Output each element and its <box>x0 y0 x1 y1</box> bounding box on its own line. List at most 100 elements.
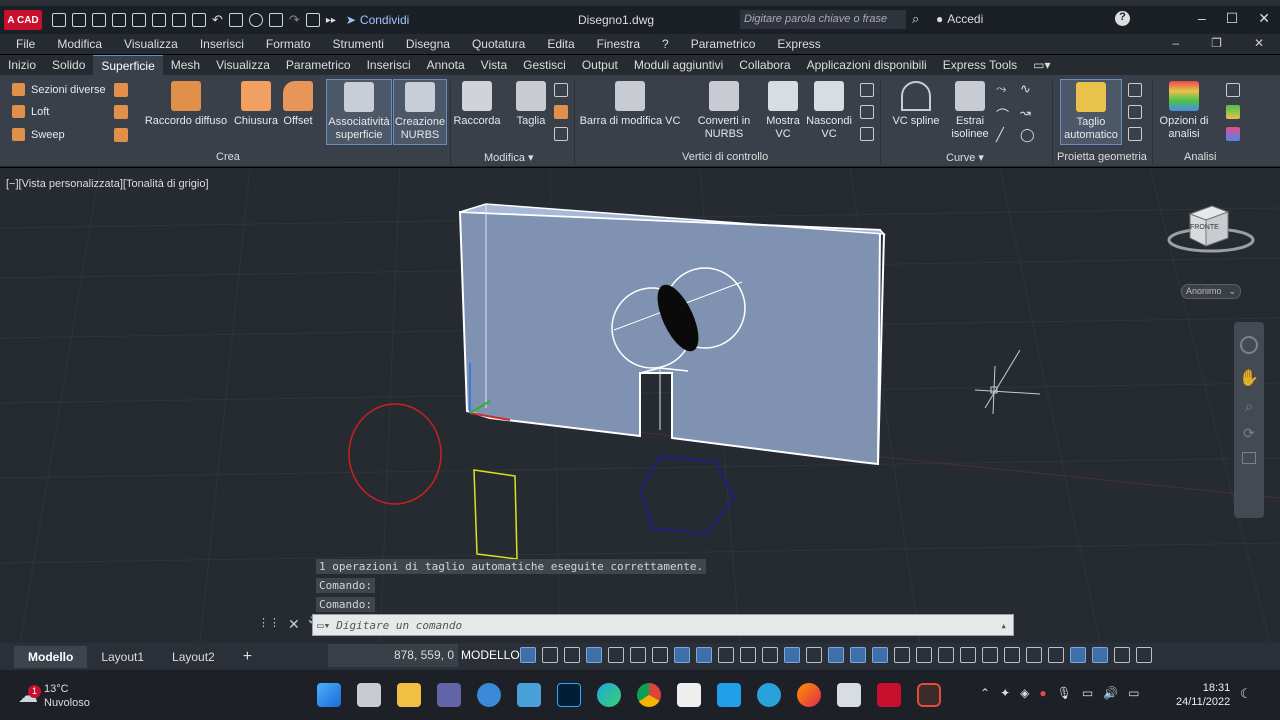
chrome-icon[interactable] <box>637 683 661 707</box>
web-save-icon[interactable] <box>132 13 146 27</box>
object-snap-icon[interactable] <box>696 647 712 663</box>
solid-body[interactable] <box>458 203 886 466</box>
redo-icon[interactable]: ↷ <box>289 12 300 28</box>
lineweight-icon[interactable] <box>718 647 734 663</box>
ribbon-toggle-icon[interactable]: ▭▾ <box>1025 55 1058 75</box>
navigation-bar[interactable]: ✋ ⌕ ⟳ <box>1234 322 1264 518</box>
menu-help[interactable]: ? <box>662 37 669 51</box>
close-command-line-icon[interactable]: ✕ <box>288 616 300 633</box>
lock-ui-icon[interactable] <box>1026 647 1042 663</box>
panel-label-modifica[interactable]: Modifica ▾ <box>484 151 534 164</box>
zebra-icon[interactable] <box>1226 83 1240 97</box>
new-file-icon[interactable] <box>52 13 66 27</box>
selection-cycling-icon[interactable] <box>762 647 778 663</box>
menu-strumenti[interactable]: Strumenti <box>333 37 384 51</box>
clean-screen-icon[interactable] <box>1092 647 1108 663</box>
menu-disegna[interactable]: Disegna <box>406 37 450 51</box>
undo-icon[interactable]: ↶ <box>212 12 223 28</box>
maximize-icon[interactable]: ☐ <box>1226 10 1239 27</box>
polar-tracking-icon[interactable] <box>630 647 646 663</box>
display-icon[interactable]: ▭ <box>1082 686 1093 700</box>
converti-nurbs-button[interactable]: Converti in NURBS <box>696 81 752 141</box>
barra-modifica-vc-button[interactable]: Barra di modifica VC <box>578 81 682 128</box>
showmotion-icon[interactable] <box>1242 452 1256 464</box>
globe-icon[interactable] <box>248 13 263 27</box>
coordinates-display[interactable]: 878, 559, 0 <box>328 644 458 667</box>
add-cv-icon[interactable] <box>860 83 874 97</box>
signin-button[interactable]: ● Accedi <box>936 12 983 26</box>
windows-start-icon[interactable] <box>317 683 341 707</box>
circle-icon[interactable]: ◯ <box>1020 127 1035 143</box>
viewport-controls-label[interactable]: [−][Vista personalizzata][Tonalità di gr… <box>6 178 209 190</box>
add-layout-button[interactable]: + <box>229 644 266 670</box>
tab-mesh[interactable]: Mesh <box>163 55 208 75</box>
3d-osnap-icon[interactable] <box>784 647 800 663</box>
extend-icon[interactable] <box>554 83 568 97</box>
object-snap-tracking-icon[interactable] <box>674 647 690 663</box>
workspace-gear-icon[interactable] <box>938 647 954 663</box>
raccordo-diffuso-button[interactable]: Raccordo diffuso <box>142 81 230 128</box>
copy-icon[interactable] <box>192 13 206 27</box>
pan-icon[interactable]: ✋ <box>1234 368 1264 388</box>
panel-label-analisi[interactable]: Analisi <box>1184 151 1216 163</box>
chevron-up-icon[interactable]: ⌃ <box>980 686 990 700</box>
autocad-icon[interactable] <box>877 683 901 707</box>
overflow-icon[interactable]: ▸▸ <box>326 15 336 26</box>
selection-filter-icon[interactable] <box>828 647 844 663</box>
taglio-automatico-button[interactable]: Taglio automatico <box>1060 79 1122 145</box>
firefox-icon[interactable] <box>797 683 821 707</box>
tab-vista[interactable]: Vista <box>473 55 515 75</box>
tab-inserisci[interactable]: Inserisci <box>359 55 419 75</box>
dynamic-ucs-icon[interactable] <box>806 647 822 663</box>
notification-icon[interactable]: ☾ <box>1240 686 1252 702</box>
doc-minimize-icon[interactable]: – <box>1172 36 1179 50</box>
ortho-icon[interactable] <box>608 647 624 663</box>
menu-inserisci[interactable]: Inserisci <box>200 37 244 51</box>
drawing-viewport[interactable]: [−][Vista personalizzata][Tonalità di gr… <box>0 168 1280 643</box>
orbit-icon[interactable]: ⟳ <box>1234 425 1264 442</box>
sweep-button[interactable]: Sweep <box>12 128 65 141</box>
isodraft-icon[interactable] <box>652 647 668 663</box>
gizmo-icon[interactable] <box>850 647 866 663</box>
recorder-icon[interactable] <box>917 683 941 707</box>
taglia-button[interactable]: Taglia <box>512 81 550 128</box>
tray-app-icon[interactable]: ◈ <box>1020 686 1029 700</box>
weather-widget[interactable]: ☁ 1 13°C Nuvoloso <box>18 682 90 710</box>
edge-icon[interactable] <box>597 683 621 707</box>
raccorda-button[interactable]: Raccorda <box>452 81 502 128</box>
menu-quotatura[interactable]: Quotatura <box>472 37 525 51</box>
ucs-dropdown[interactable]: Anonimo ⌄ <box>1181 284 1241 299</box>
save-as-icon[interactable] <box>112 13 126 27</box>
vc-spline-button[interactable]: VC spline <box>888 81 944 128</box>
viewcube-front-label[interactable]: FRONTE <box>1190 224 1219 231</box>
plot-icon[interactable] <box>172 13 186 27</box>
network-surface-icon[interactable] <box>114 105 128 119</box>
annotation-scale-icon[interactable] <box>916 647 932 663</box>
annotation-visibility-icon[interactable] <box>872 647 888 663</box>
print-icon[interactable] <box>152 13 166 27</box>
command-history-toggle-icon[interactable]: ▴ <box>1000 619 1007 632</box>
dynamic-input-icon[interactable] <box>586 647 602 663</box>
red-circle[interactable] <box>348 403 442 505</box>
sezioni-diverse-button[interactable]: Sezioni diverse <box>12 83 106 96</box>
loft-button[interactable]: Loft <box>12 105 49 118</box>
tab-superficie[interactable]: Superficie <box>93 55 163 75</box>
associativita-superficie-button[interactable]: Associatività superficie <box>326 79 392 145</box>
doc-close-icon[interactable]: ✕ <box>1254 36 1264 50</box>
rebuild-icon[interactable] <box>860 127 874 141</box>
command-prompt-icon[interactable]: ▭▾ <box>317 619 330 632</box>
panel-label-curve[interactable]: Curve ▾ <box>946 151 984 164</box>
tab-layout2[interactable]: Layout2 <box>158 646 229 668</box>
grid-icon[interactable] <box>520 647 536 663</box>
tab-layout1[interactable]: Layout1 <box>87 646 158 668</box>
teams-icon[interactable] <box>437 683 461 707</box>
tab-output[interactable]: Output <box>574 55 626 75</box>
tab-collabora[interactable]: Collabora <box>731 55 798 75</box>
workspace-icon[interactable] <box>268 13 283 27</box>
photoshop-icon[interactable] <box>557 683 581 707</box>
paste-icon[interactable] <box>228 13 243 27</box>
minimize-icon[interactable]: – <box>1198 10 1206 27</box>
search-icon[interactable]: ⌕ <box>912 11 919 27</box>
project-ucs-icon[interactable] <box>1128 83 1142 97</box>
annotation-monitor-icon[interactable] <box>960 647 976 663</box>
